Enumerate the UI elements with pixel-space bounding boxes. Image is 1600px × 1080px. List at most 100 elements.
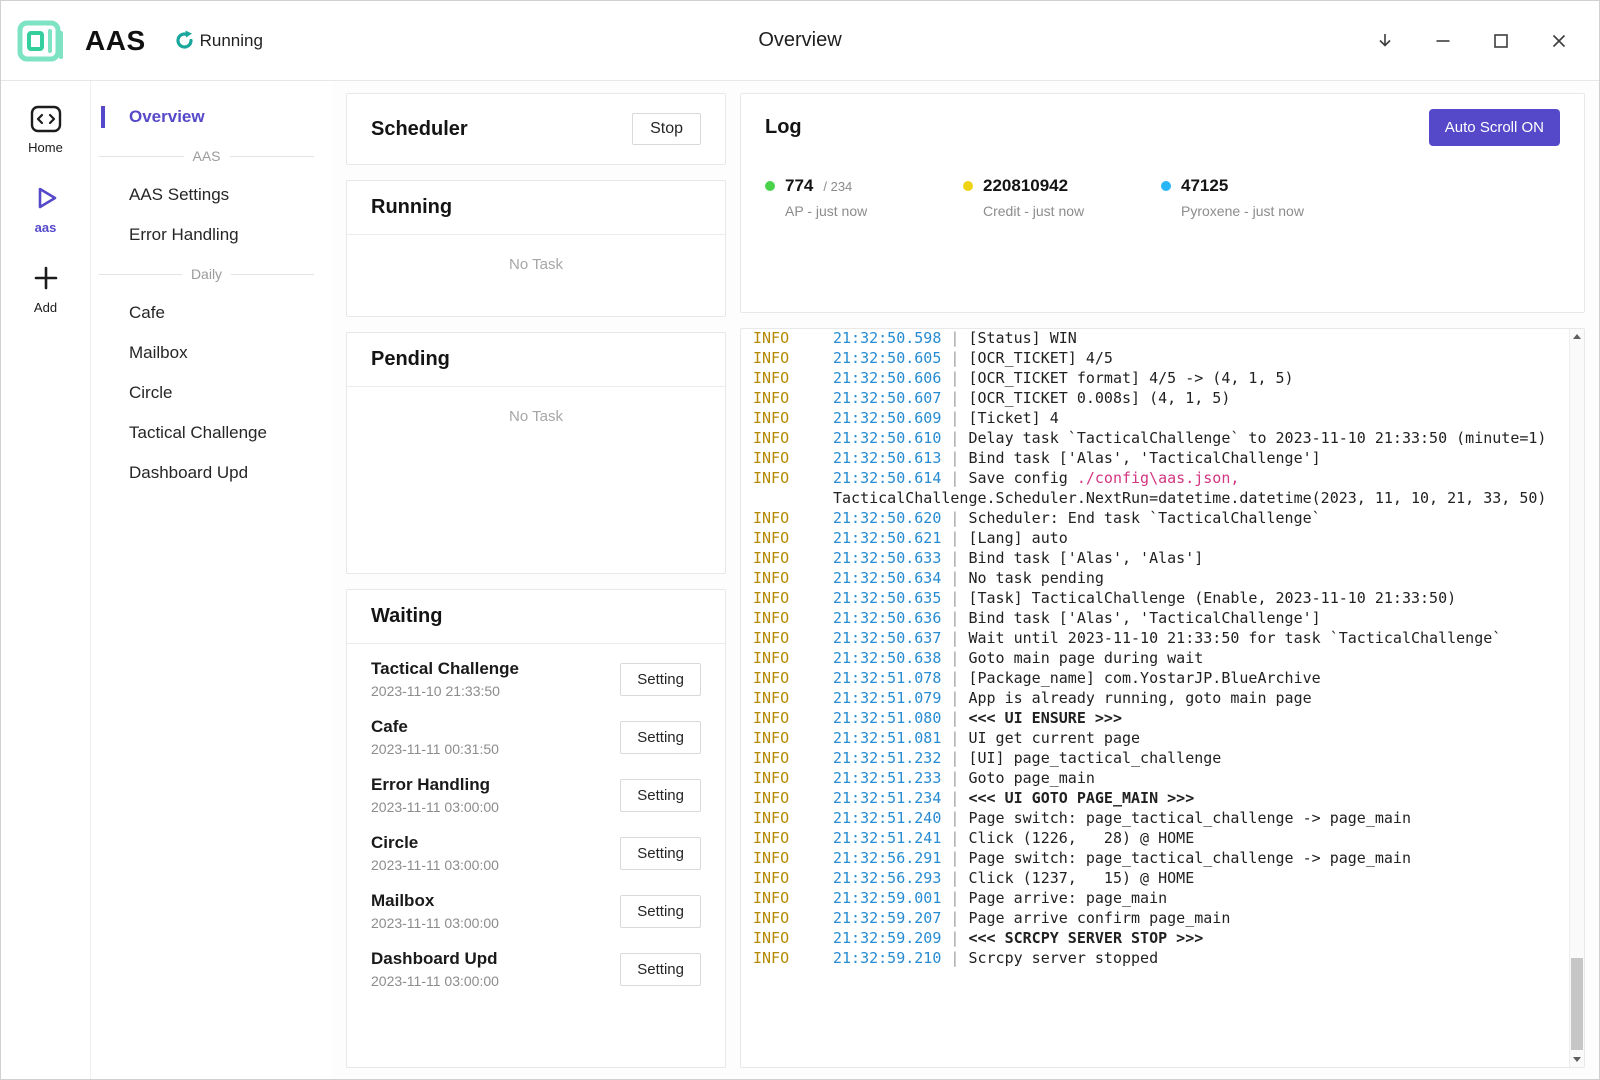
- status-label: Running: [200, 31, 263, 51]
- rail-item-add[interactable]: Add: [31, 263, 61, 315]
- minimize-icon: [1433, 31, 1453, 51]
- sidebar-item-mailbox[interactable]: Mailbox: [91, 333, 332, 373]
- log-line: INFO21:32:50.633 | Bind task ['Alas', 'A…: [753, 548, 1558, 568]
- close-icon: [1549, 31, 1569, 51]
- log-line: INFO21:32:50.638 | Goto main page during…: [753, 648, 1558, 668]
- running-spinner-icon: [174, 30, 195, 51]
- stat-value: 220810942: [983, 176, 1068, 196]
- titlebar: AAS Running Overview: [1, 1, 1599, 81]
- sidebar-item-circle[interactable]: Circle: [91, 373, 332, 413]
- log-title: Log: [765, 116, 802, 139]
- icon-rail: Home aas Add: [1, 81, 91, 1080]
- scrollbar-thumb[interactable]: [1571, 958, 1583, 1050]
- log-line: INFO21:32:51.079 | App is already runnin…: [753, 688, 1558, 708]
- task-setting-button[interactable]: Setting: [620, 895, 701, 928]
- window-controls: [1367, 23, 1577, 59]
- code-window-icon: [30, 105, 62, 133]
- task-setting-button[interactable]: Setting: [620, 721, 701, 754]
- log-line: INFO21:32:50.598 | [Status] WIN: [753, 328, 1558, 348]
- maximize-icon: [1491, 31, 1511, 51]
- update-download-button[interactable]: [1367, 23, 1403, 59]
- triangle-down-icon: [1573, 1057, 1581, 1062]
- task-name: Cafe: [371, 717, 499, 737]
- log-line: INFO21:32:59.207 | Page arrive confirm p…: [753, 908, 1558, 928]
- main-content: Scheduler Stop Running No Task Pending N…: [332, 81, 1599, 1080]
- log-line: INFO21:32:50.634 | No task pending: [753, 568, 1558, 588]
- stat-ap-just-now: 774/ 234AP - just now: [765, 176, 963, 219]
- app-name: AAS: [85, 25, 146, 57]
- running-card: Running No Task: [346, 180, 726, 317]
- task-info: Circle 2023-11-11 03:00:00: [371, 833, 499, 873]
- log-line: INFO21:32:59.210 | Scrcpy server stopped: [753, 948, 1558, 968]
- log-line: INFO21:32:50.637 | Wait until 2023-11-10…: [753, 628, 1558, 648]
- stat-pyroxene-just-now: 47125Pyroxene - just now: [1161, 176, 1359, 219]
- task-next-run-time: 2023-11-11 03:00:00: [371, 857, 499, 873]
- sidebar-item-cafe[interactable]: Cafe: [91, 293, 332, 333]
- log-line: INFO21:32:50.607 | [OCR_TICKET 0.008s] (…: [753, 388, 1558, 408]
- log-line: INFO21:32:51.233 | Goto page_main: [753, 768, 1558, 788]
- log-line: INFO21:32:50.610 | Delay task `TacticalC…: [753, 428, 1558, 448]
- task-info: Mailbox2023-11-11 03:00:00: [371, 891, 499, 931]
- log-line: INFO21:32:51.078 | [Package_name] com.Yo…: [753, 668, 1558, 688]
- stat-label: AP - just now: [765, 203, 963, 219]
- play-icon: [31, 183, 61, 213]
- stat-value: 47125: [1181, 176, 1228, 196]
- minimize-button[interactable]: [1425, 23, 1461, 59]
- rail-item-home[interactable]: Home: [28, 105, 63, 155]
- rail-item-aas[interactable]: aas: [31, 183, 61, 235]
- scheduler-title: Scheduler: [371, 118, 468, 141]
- log-line: INFO21:32:50.621 | [Lang] auto: [753, 528, 1558, 548]
- task-name: Circle: [371, 833, 499, 853]
- task-setting-button[interactable]: Setting: [620, 663, 701, 696]
- task-info: Cafe2023-11-11 00:31:50: [371, 717, 499, 757]
- auto-scroll-toggle-button[interactable]: Auto Scroll ON: [1429, 109, 1560, 146]
- task-info: Dashboard Upd2023-11-11 03:00:00: [371, 949, 499, 989]
- log-line: INFO21:32:56.291 | Page switch: page_tac…: [753, 848, 1558, 868]
- waiting-list: Tactical Challenge2023-11-10 21:33:50Set…: [347, 644, 725, 1004]
- stat-dot-icon: [1161, 181, 1171, 191]
- task-setting-button[interactable]: Setting: [620, 779, 701, 812]
- rail-item-label: Home: [28, 140, 63, 155]
- sidebar-item-overview[interactable]: Overview: [91, 97, 332, 137]
- sidebar-item-aas-settings[interactable]: AAS Settings: [91, 175, 332, 215]
- scheduler-stop-button[interactable]: Stop: [632, 113, 701, 145]
- sidebar-item-error-handling[interactable]: Error Handling: [91, 215, 332, 255]
- task-setting-button[interactable]: Setting: [620, 953, 701, 986]
- waiting-task-tactical-challenge: Tactical Challenge2023-11-10 21:33:50Set…: [347, 650, 725, 708]
- running-card-header: Running: [347, 181, 725, 235]
- waiting-title: Waiting: [371, 605, 442, 628]
- log-line: INFO21:32:50.635 | [Task] TacticalChalle…: [753, 588, 1558, 608]
- task-next-run-time: 2023-11-11 03:00:00: [371, 915, 499, 931]
- log-output-card: INFO21:32:50.598 | [Status] WININFO21:32…: [740, 328, 1585, 1068]
- stat-dot-icon: [765, 181, 775, 191]
- pending-title: Pending: [371, 348, 450, 371]
- log-scrollbar[interactable]: [1569, 329, 1584, 1067]
- sidebar-item-dashboard-upd[interactable]: Dashboard Upd: [91, 453, 332, 493]
- close-button[interactable]: [1541, 23, 1577, 59]
- log-line: INFO21:32:51.081 | UI get current page: [753, 728, 1558, 748]
- triangle-up-icon: [1573, 334, 1581, 339]
- task-next-run-time: 2023-11-10 21:33:50: [371, 683, 519, 699]
- log-line: INFO21:32:51.240 | Page switch: page_tac…: [753, 808, 1558, 828]
- log-stats: 774/ 234AP - just now220810942Credit - j…: [765, 176, 1560, 219]
- task-setting-button[interactable]: Setting: [620, 837, 701, 870]
- sidebar-item-tactical-challenge[interactable]: Tactical Challenge: [91, 413, 332, 453]
- scheduler-status: Running: [174, 30, 263, 51]
- maximize-button[interactable]: [1483, 23, 1519, 59]
- app-brand: AAS Running: [13, 12, 263, 70]
- stat-suffix: / 234: [823, 179, 852, 194]
- scrollbar-up-button[interactable]: [1570, 329, 1584, 344]
- log-line: INFO21:32:50.614 | Save config ./config\…: [753, 468, 1558, 508]
- log-line: INFO21:32:50.609 | [Ticket] 4: [753, 408, 1558, 428]
- task-next-run-time: 2023-11-11 03:00:00: [371, 799, 499, 815]
- pending-empty-text: No Task: [347, 387, 725, 425]
- log-line: INFO21:32:50.605 | [OCR_TICKET] 4/5: [753, 348, 1558, 368]
- scheduler-column: Scheduler Stop Running No Task Pending N…: [346, 93, 726, 1068]
- waiting-card: Waiting Tactical Challenge2023-11-10 21:…: [346, 589, 726, 1068]
- log-line: INFO21:32:59.209 | <<< SCRCPY SERVER STO…: [753, 928, 1558, 948]
- scrollbar-down-button[interactable]: [1570, 1052, 1584, 1067]
- stat-dot-icon: [963, 181, 973, 191]
- sidebar-divider-daily: Daily: [91, 255, 332, 293]
- waiting-task-error-handling: Error Handling2023-11-11 03:00:00Setting: [347, 766, 725, 824]
- sidebar-divider-aas: AAS: [91, 137, 332, 175]
